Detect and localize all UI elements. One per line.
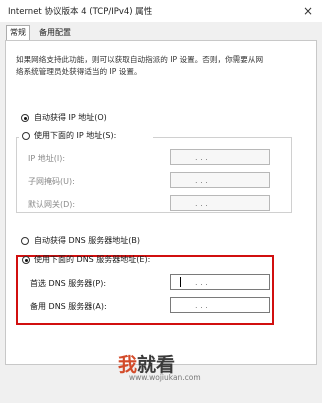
ip-manual-radio[interactable] <box>22 132 30 140</box>
default-gateway-input[interactable]: . . . <box>170 195 270 211</box>
subnet-mask-value: . . . <box>195 176 208 185</box>
description-line-2: 络系统管理员处获得适当的 IP 设置。 <box>16 67 142 76</box>
preferred-dns-input[interactable]: . . . <box>170 274 270 290</box>
close-icon[interactable]: × <box>298 2 318 20</box>
preferred-dns-value: . . . <box>195 278 208 287</box>
subnet-mask-input[interactable]: . . . <box>170 172 270 188</box>
dns-manual-radio[interactable] <box>22 256 30 264</box>
tab-alternate-config[interactable]: 备用配置 <box>36 26 74 40</box>
description-line-1: 如果网络支持此功能，则可以获取自动指派的 IP 设置。否则，你需要从网 <box>16 55 264 64</box>
default-gateway-value: . . . <box>195 199 208 208</box>
ip-auto-label[interactable]: 自动获得 IP 地址(O) <box>34 112 107 123</box>
ip-address-label: IP 地址(I): <box>28 154 66 163</box>
ip-address-input[interactable]: . . . <box>170 149 270 165</box>
alternate-dns-label: 备用 DNS 服务器(A): <box>30 302 107 311</box>
window-title: Internet 协议版本 4 (TCP/IPv4) 属性 <box>8 7 153 17</box>
ip-address-value: . . . <box>195 153 208 162</box>
title-bar: Internet 协议版本 4 (TCP/IPv4) 属性 × <box>0 0 322 22</box>
dns-auto-label[interactable]: 自动获得 DNS 服务器地址(B) <box>34 235 140 246</box>
watermark-url: www.wojiukan.com <box>129 373 201 382</box>
ip-auto-radio[interactable] <box>21 114 29 122</box>
ip-manual-label[interactable]: 使用下面的 IP 地址(S): <box>34 130 116 141</box>
dns-manual-label[interactable]: 使用下面的 DNS 服务器地址(E): <box>34 254 150 265</box>
text-cursor <box>180 277 181 287</box>
alternate-dns-value: . . . <box>195 301 208 310</box>
dns-auto-radio[interactable] <box>21 237 29 245</box>
default-gateway-label: 默认网关(D): <box>28 200 76 209</box>
dns-manual-highlight <box>16 255 274 325</box>
alternate-dns-input[interactable]: . . . <box>170 297 270 313</box>
subnet-mask-label: 子网掩码(U): <box>28 177 75 186</box>
preferred-dns-label: 首选 DNS 服务器(P): <box>30 279 107 288</box>
